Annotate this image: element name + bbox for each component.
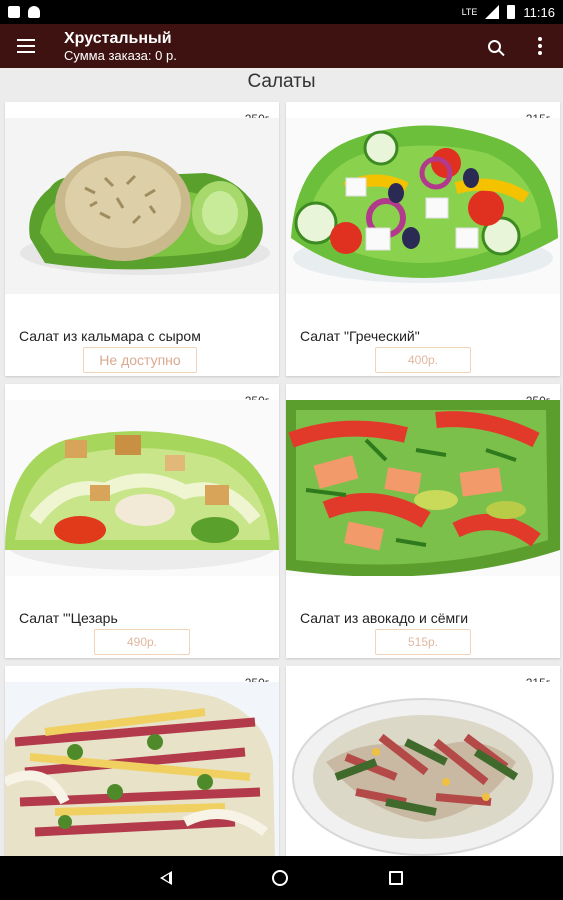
food-image [286, 682, 560, 856]
item-name: Салат "Греческий" [300, 328, 420, 344]
menu-item-card[interactable]: 215г. [286, 666, 560, 856]
network-type: LTE [461, 7, 478, 17]
item-name: Салат из кальмара с сыром [19, 328, 201, 344]
menu-grid: 250г. Салат из кальмара с сыром Не досту… [0, 100, 563, 856]
back-icon[interactable] [160, 871, 173, 885]
price-button[interactable]: 400р. [375, 347, 471, 373]
android-icon [28, 6, 40, 18]
food-image [5, 400, 279, 576]
recents-icon[interactable] [388, 871, 403, 885]
more-vert-icon[interactable] [517, 24, 563, 68]
order-total: Сумма заказа: 0 р. [64, 47, 177, 63]
clock: 11:16 [523, 4, 555, 20]
food-image [286, 118, 560, 294]
food-image [286, 400, 560, 576]
menu-item-card[interactable]: 250г. Салат из кальмара с сыром Не досту… [5, 102, 279, 376]
status-bar: LTE 11:16 [0, 0, 563, 24]
menu-icon[interactable] [0, 24, 52, 68]
food-image [5, 118, 279, 294]
price-button[interactable]: 490р. [94, 629, 190, 655]
item-name: Салат из авокадо и сёмги [300, 610, 469, 626]
price-button[interactable]: Не доступно [83, 347, 197, 373]
app-title: Хрустальный [64, 29, 172, 47]
search-icon[interactable] [471, 24, 517, 68]
menu-item-card[interactable]: 250г. Салат "'Цезарь 490р. [5, 384, 279, 658]
app-bar: Хрустальный Сумма заказа: 0 р. [0, 24, 563, 68]
food-image [5, 682, 279, 856]
item-name: Салат "'Цезарь [19, 610, 118, 626]
price-button[interactable]: 515р. [375, 629, 471, 655]
menu-item-card[interactable]: 215г. [286, 102, 560, 376]
menu-item-card[interactable]: 250г. [5, 666, 279, 856]
menu-item-card[interactable]: 250г. Салат из авокадо и сёмги 515р. [286, 384, 560, 658]
signal-icon [485, 5, 500, 19]
home-icon[interactable] [272, 870, 289, 886]
section-title: Салаты [247, 71, 316, 92]
navigation-bar [0, 856, 563, 900]
battery-icon [507, 5, 516, 19]
notification-icon [8, 6, 20, 18]
